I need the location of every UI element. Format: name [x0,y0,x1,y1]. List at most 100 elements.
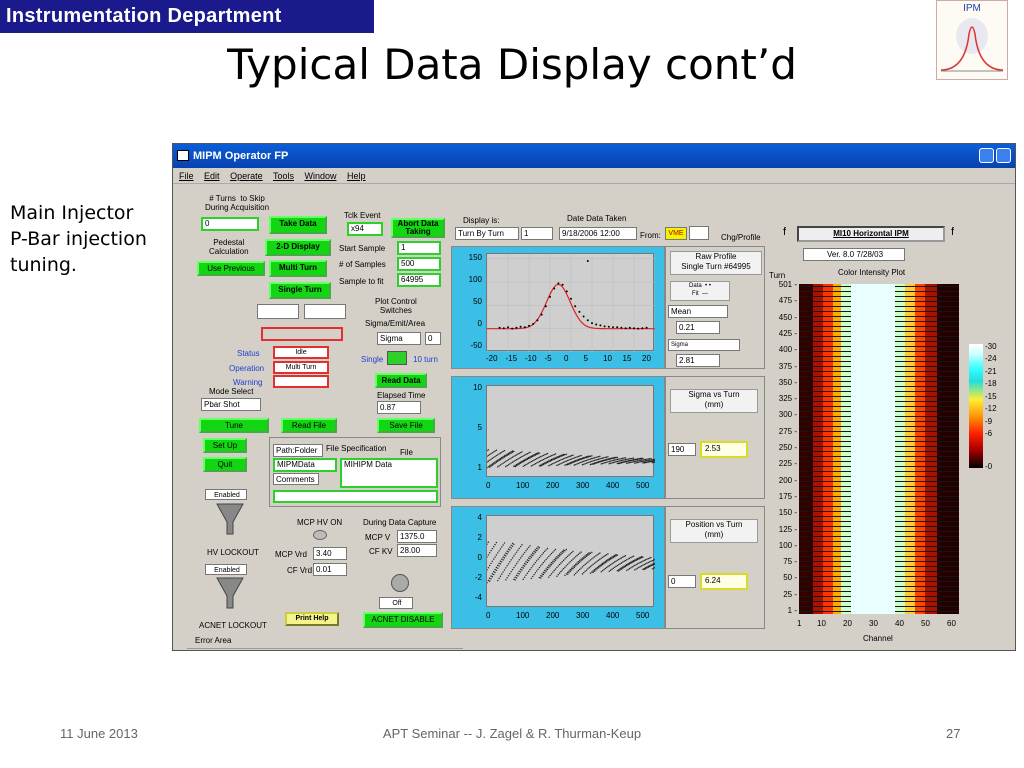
data-point [585,554,588,556]
data-point [518,547,520,550]
data-point [530,460,533,463]
data-point [599,552,601,554]
data-point [576,456,578,458]
blank-field-2[interactable] [304,304,346,319]
data-point [648,557,651,559]
setup-button[interactable]: Set Up [203,438,247,453]
multi-turn-button[interactable]: Multi Turn [269,260,327,277]
data-point [530,567,533,569]
data-point [615,457,617,459]
data-point [490,575,492,577]
file-input[interactable]: MIHIPM Data [340,458,438,488]
channel-tick-label: 1 [797,619,802,628]
data-point [604,562,606,564]
data-point [566,555,569,558]
sigma-select[interactable]: Sigma [377,332,421,345]
num-samples-input[interactable]: 500 [397,257,441,271]
data-point [544,550,546,553]
tick-label: 20 [642,354,651,363]
data-point [640,565,643,567]
data-point [613,554,616,557]
data-point [640,561,643,563]
sigma-number[interactable]: 0 [425,332,441,345]
data-point [652,460,655,462]
data-point [565,573,567,575]
data-point [558,459,561,462]
pos-turn-number[interactable]: 0 [668,575,696,588]
turns-skip-input[interactable]: 0 [201,217,259,231]
data-point [648,461,651,463]
turn-toggle[interactable] [387,351,407,365]
data-point [527,457,530,460]
minimize-button[interactable] [979,148,994,163]
data-point [616,559,619,562]
ipm-name-field[interactable]: MI10 Horizontal IPM [797,226,945,242]
sigma-turn-number[interactable]: 190 [668,443,696,456]
quit-button[interactable]: Quit [203,457,247,472]
save-file-button[interactable]: Save File [377,418,435,433]
tune-button[interactable]: Tune [199,418,269,433]
data-point [511,542,514,545]
scale-tick-label: -18 [985,379,997,388]
print-help-button[interactable]: Print Help [285,612,339,626]
data-point [505,455,507,457]
menu-operate[interactable]: Operate [230,171,263,181]
data-point [609,563,612,566]
data-point [514,459,516,462]
display-is-select[interactable]: Turn By Turn [455,227,519,240]
menu-help[interactable]: Help [347,171,366,181]
sample-fit-label: Sample to fit [339,277,384,286]
capture-knob[interactable] [391,574,409,592]
turn-tick-label: 275 - [778,426,797,436]
menu-file[interactable]: File [179,171,194,181]
menu-edit[interactable]: Edit [204,171,220,181]
menu-window[interactable]: Window [304,171,336,181]
data-point [603,561,605,564]
path-input[interactable]: MIPMData [273,458,337,472]
use-previous-button[interactable]: Use Previous [197,261,265,276]
abort-data-button[interactable]: Abort Data Taking [391,218,445,238]
data-point [573,566,576,568]
enabled-indicator-2: Enabled [205,564,247,575]
take-data-button[interactable]: Take Data [269,216,327,234]
data-point [580,454,582,457]
data-point [616,456,619,459]
from-blank[interactable] [689,226,709,240]
single-turn-button[interactable]: Single Turn [269,282,331,299]
scale-tick-label: -0 [985,462,993,471]
data-point [537,461,539,463]
off-indicator: Off [379,597,413,609]
data-point [522,465,524,468]
display-2d-button[interactable]: 2-D Display [265,239,331,256]
data-point [601,556,604,559]
tclk-input[interactable]: x94 [347,222,383,236]
data-point [591,460,593,463]
read-file-button[interactable]: Read File [281,418,337,433]
tick-label: 100 [516,481,530,490]
raw-profile-info: Raw Profile Single Turn #64995 Data • • … [665,246,765,369]
sample-fit-input[interactable]: 64995 [397,273,441,287]
data-point [570,551,573,554]
blank-field-1[interactable] [257,304,299,319]
turn-tick-label: 100 - [778,540,797,550]
data-point [510,559,512,561]
data-point [538,465,541,467]
maximize-button[interactable] [996,148,1011,163]
data-point [654,461,656,463]
read-data-button[interactable]: Read Data [375,373,427,388]
data-point [572,550,574,553]
data-point [503,461,506,463]
tick-label: 200 [546,481,560,490]
data-point [616,326,619,329]
menu-tools[interactable]: Tools [273,171,294,181]
data-point [558,553,561,555]
mode-select[interactable]: Pbar Shot [201,398,261,411]
data-point [553,559,555,561]
data-point [557,573,559,576]
data-point [527,557,530,559]
display-number[interactable]: 1 [521,227,553,240]
comments-input[interactable] [273,490,438,503]
start-sample-input[interactable]: 1 [397,241,441,255]
data-point [531,464,534,466]
acnet-disable-button[interactable]: ACNET DISABLE [363,612,443,628]
